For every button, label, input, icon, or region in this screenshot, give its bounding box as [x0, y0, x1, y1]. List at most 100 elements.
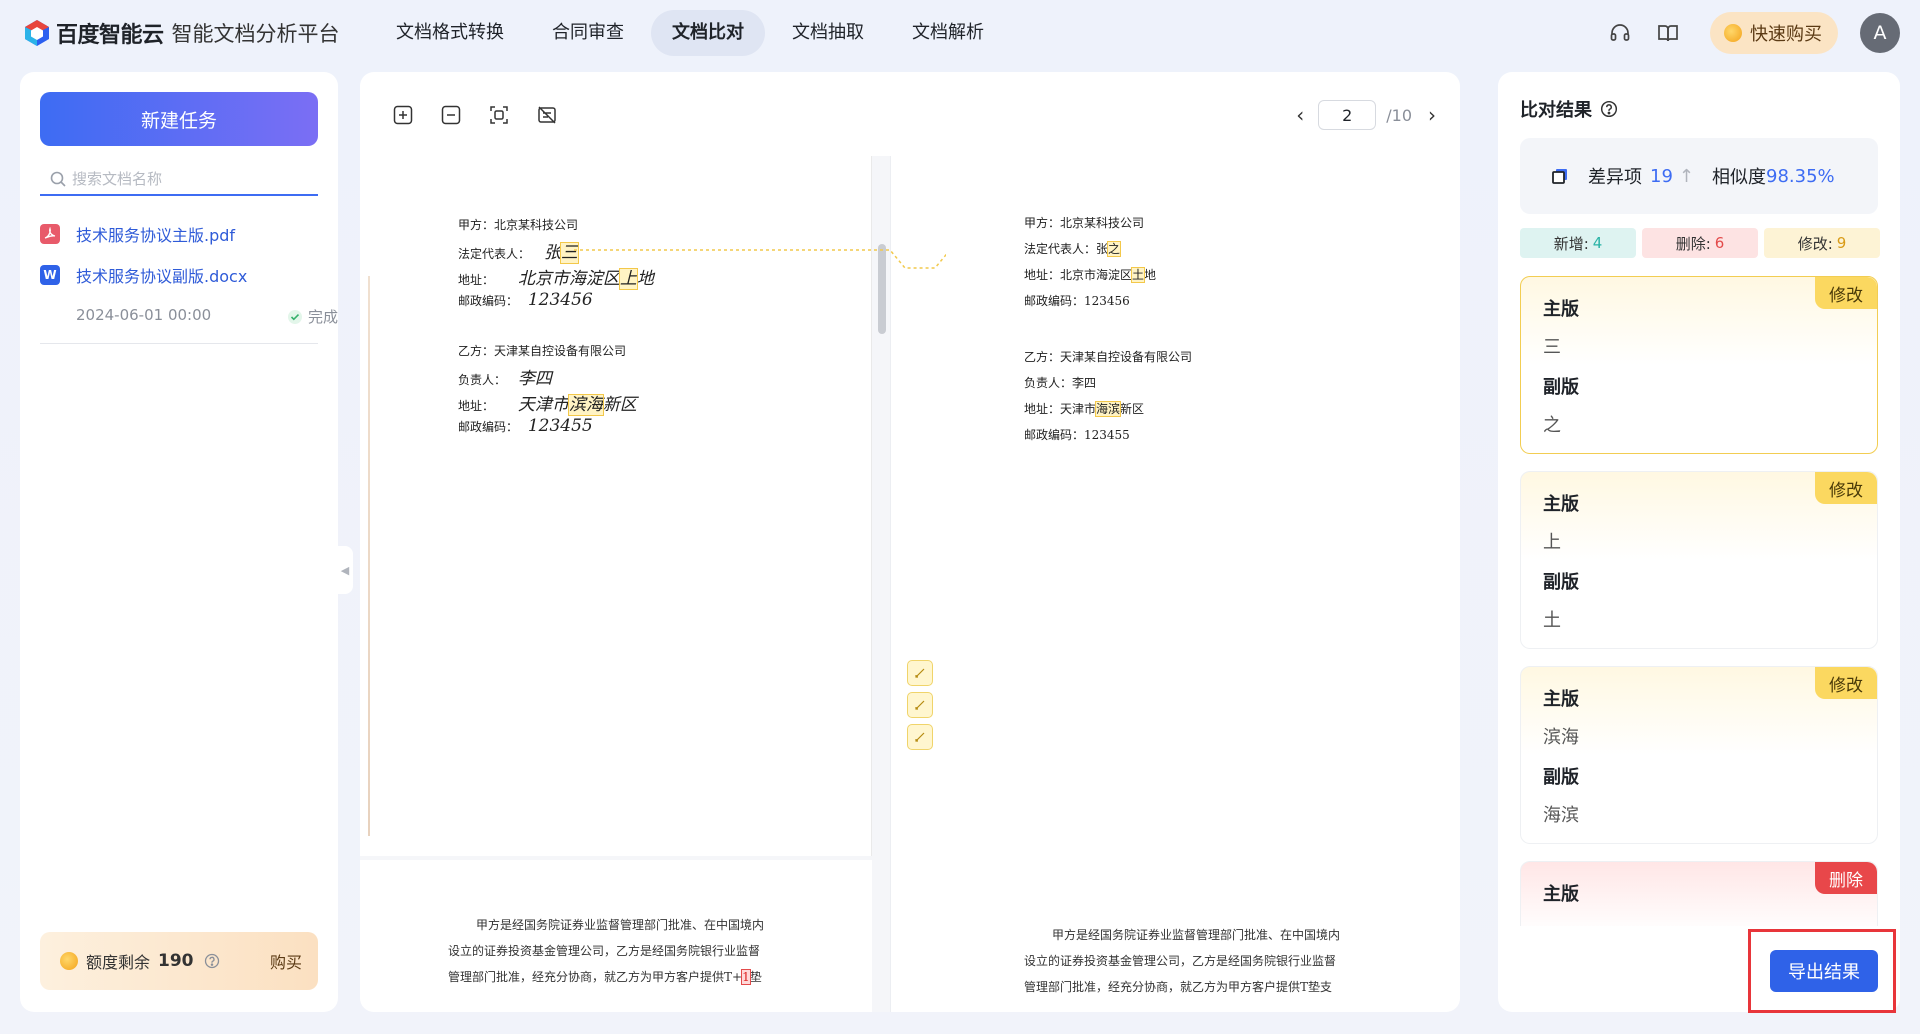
- new-task-button[interactable]: 新建任务: [40, 92, 318, 146]
- nav-format-convert[interactable]: 文档格式转换: [375, 10, 525, 56]
- search-box: [40, 164, 318, 196]
- right-zip-line: 邮政编码：123456: [1024, 294, 1130, 308]
- diff-card[interactable]: 修改 主版 上 副版 土: [1520, 471, 1878, 649]
- file-name-main: 技术服务协议主版.pdf: [76, 226, 236, 245]
- sub-value: 土: [1543, 610, 1561, 631]
- hide-annotations-icon[interactable]: [536, 104, 558, 126]
- page-input[interactable]: [1318, 100, 1377, 130]
- nav-contract-review[interactable]: 合同审查: [531, 10, 645, 56]
- main-document-page-3: 甲方是经国务院证券业监督管理部门批准、在中国境内 设立的证券投资基金管理公司，乙…: [360, 860, 872, 1012]
- avatar[interactable]: A: [1860, 13, 1900, 53]
- fit-screen-icon[interactable]: [488, 104, 510, 126]
- results-panel: 比对结果 差异项 19 ↑ 相似度 98.35% 新增: 4 删除: 6 修改: 9 …: [1498, 72, 1900, 1012]
- main-value: 上: [1543, 532, 1561, 553]
- file-item-main[interactable]: 技术服务协议主版.pdf: [40, 222, 235, 246]
- compare-viewer: ‹ /10 › 甲方：北京某科技公司 法定代表人： 张三 地址： 北京市海淀区上…: [360, 72, 1460, 1012]
- filter-modified[interactable]: 修改: 9: [1764, 228, 1880, 258]
- file-item-sub[interactable]: W 技术服务协议副版.docx: [40, 263, 247, 287]
- export-results-button[interactable]: 导出结果: [1770, 950, 1878, 992]
- diff-gutter: [890, 156, 950, 1012]
- coin-icon: [60, 952, 78, 970]
- sub-label: 副版: [1543, 572, 1579, 593]
- main-nav: 文档格式转换 合同审查 文档比对 文档抽取 文档解析: [375, 10, 1005, 56]
- viewer-toolbar: ‹ /10 ›: [360, 72, 1460, 156]
- platform-name: 智能文档分析平台: [171, 22, 340, 46]
- help-icon[interactable]: [204, 953, 220, 969]
- left-party-b: 乙方：天津某自控设备有限公司: [458, 344, 627, 358]
- task-sidebar: 新建任务 技术服务协议主版.pdf W 技术服务协议副版.docx 2024-0…: [20, 72, 338, 1012]
- sub-value: 之: [1543, 415, 1561, 436]
- diff-mark[interactable]: 土: [1131, 267, 1146, 283]
- diff-mark[interactable]: 海滨: [1095, 401, 1122, 417]
- brand-logo[interactable]: 百度智能云 智能文档分析平台: [24, 18, 340, 48]
- diff-type-badge: 删除: [1815, 862, 1877, 894]
- main-label: 主版: [1543, 494, 1579, 515]
- right-zip2-line: 邮政编码：123455: [1024, 428, 1130, 442]
- help-icon[interactable]: [1600, 100, 1618, 118]
- main-label: 主版: [1543, 689, 1579, 710]
- nav-document-compare[interactable]: 文档比对: [651, 10, 765, 56]
- divider: [40, 343, 318, 344]
- check-circle-icon: [287, 309, 302, 324]
- left-zip2-line: 邮政编码： 123455: [458, 416, 593, 436]
- right-addr2-line: 地址：天津市海滨新区: [1024, 401, 1145, 417]
- diff-card[interactable]: 修改 主版 滨海 副版 海滨: [1520, 666, 1878, 844]
- diff-filter-chips: 新增: 4 删除: 6 修改: 9: [1520, 228, 1880, 258]
- search-input[interactable]: [72, 170, 312, 188]
- sub-label: 副版: [1543, 767, 1579, 788]
- quota-value: 190: [158, 951, 194, 971]
- total-pages: /10: [1386, 105, 1412, 125]
- quick-buy-label: 快速购买: [1750, 24, 1822, 45]
- diff-count-label: 差异项: [1588, 167, 1642, 188]
- quick-buy-button[interactable]: 快速购买: [1710, 12, 1838, 54]
- main-value: 三: [1543, 337, 1561, 358]
- headset-icon[interactable]: [1607, 20, 1633, 46]
- right-lead-line: 负责人：李四: [1024, 376, 1097, 390]
- left-para: 甲方是经国务院证券业监督管理部门批准、在中国境内 设立的证券投资基金管理公司，乙…: [448, 918, 765, 985]
- diff-marker-icon[interactable]: [907, 660, 933, 686]
- pdf-file-icon: [40, 224, 60, 244]
- scan-edge: [368, 276, 370, 836]
- filter-added[interactable]: 新增: 4: [1520, 228, 1636, 258]
- diff-count: 19: [1650, 165, 1673, 187]
- task-status: 完成: [287, 306, 338, 327]
- pager: ‹ /10 ›: [1296, 100, 1436, 130]
- diff-mark-deleted[interactable]: 1: [741, 969, 751, 985]
- sub-document-page: 甲方：北京某科技公司 法定代表人：张之 地址：北京市海淀区土地 邮政编码：123…: [946, 156, 1460, 1012]
- prev-page-icon[interactable]: ‹: [1296, 103, 1304, 127]
- main-value: 滨海: [1543, 727, 1579, 748]
- similarity-label: 相似度: [1712, 167, 1766, 188]
- main-label: 主版: [1543, 884, 1579, 905]
- left-zip-line: 邮政编码： 123456: [458, 290, 593, 310]
- book-icon[interactable]: [1655, 20, 1681, 46]
- quota-buy-link[interactable]: 购买: [270, 949, 302, 973]
- diff-mark[interactable]: 之: [1107, 241, 1122, 257]
- coin-icon: [1724, 24, 1742, 42]
- copy-icon: [1552, 169, 1567, 184]
- nav-document-extract[interactable]: 文档抽取: [771, 10, 885, 56]
- left-lead-line: 负责人： 李四: [458, 369, 552, 389]
- diff-type-badge: 修改: [1815, 472, 1877, 504]
- quota-bar: 额度剩余 190 购买: [40, 932, 318, 990]
- next-page-icon[interactable]: ›: [1428, 103, 1436, 127]
- nav-document-parse[interactable]: 文档解析: [891, 10, 1005, 56]
- main-label: 主版: [1543, 299, 1579, 320]
- zoom-in-icon[interactable]: [392, 104, 414, 126]
- diff-marker-icon[interactable]: [907, 692, 933, 718]
- diff-marker-icon[interactable]: [907, 724, 933, 750]
- diff-type-badge: 修改: [1815, 277, 1877, 309]
- right-party-a: 甲方：北京某科技公司: [1024, 216, 1145, 230]
- task-timestamp: 2024-06-01 00:00: [76, 306, 212, 324]
- diff-summary: 差异项 19 ↑ 相似度 98.35%: [1520, 138, 1878, 214]
- results-title: 比对结果: [1520, 96, 1618, 122]
- collapse-sidebar-handle[interactable]: ◀: [337, 546, 353, 594]
- baidu-cloud-logo-icon: [24, 19, 50, 47]
- diff-card-list: 修改 主版 三 副版 之 修改 主版 上 副版 土 修改 主版 滨海 副版 海滨…: [1520, 276, 1880, 926]
- sort-arrow-icon[interactable]: ↑: [1679, 166, 1694, 187]
- filter-deleted[interactable]: 删除: 6: [1642, 228, 1758, 258]
- zoom-out-icon[interactable]: [440, 104, 462, 126]
- diff-mark[interactable]: 滨海: [567, 394, 604, 416]
- diff-card[interactable]: 删除 主版: [1520, 861, 1878, 926]
- task-status-label: 完成: [307, 308, 338, 326]
- diff-card[interactable]: 修改 主版 三 副版 之: [1520, 276, 1878, 454]
